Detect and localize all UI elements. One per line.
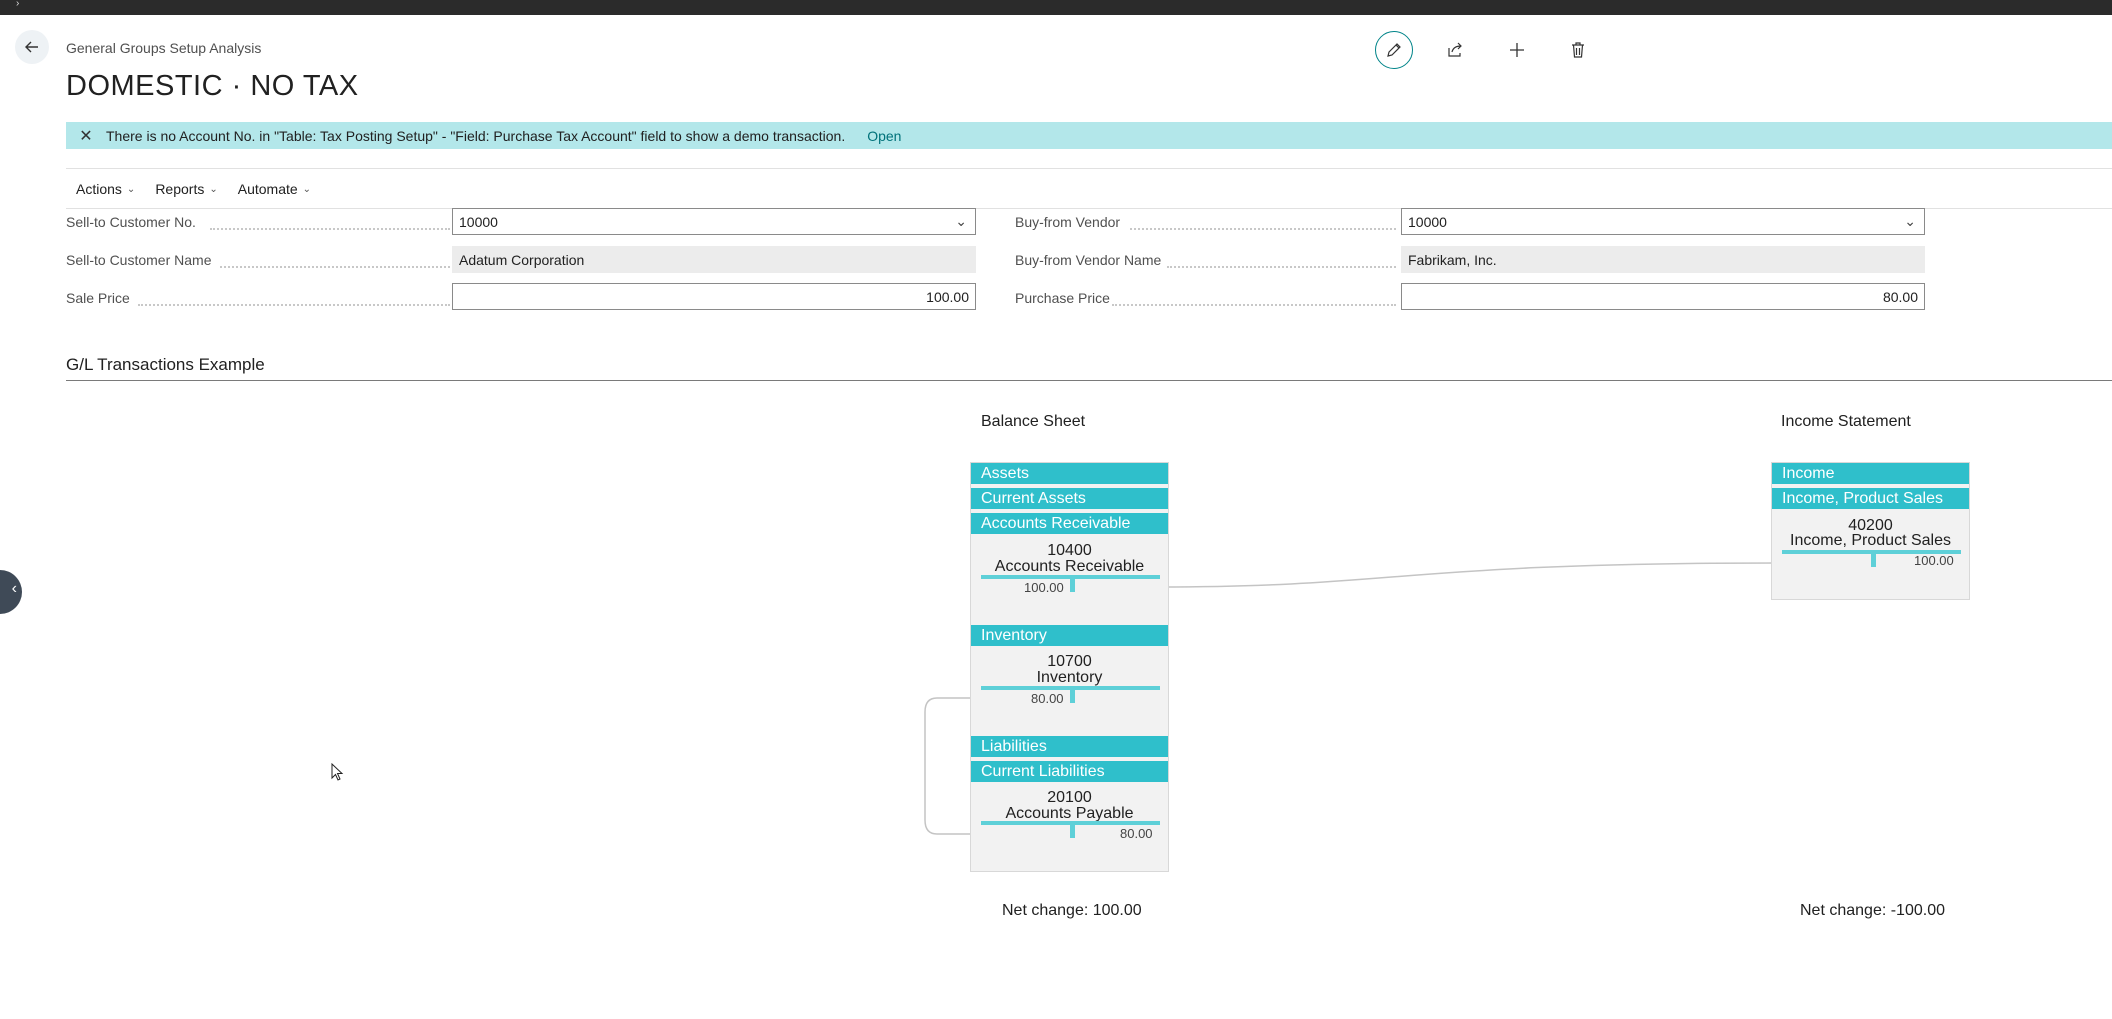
t-account-divider: [1070, 689, 1075, 703]
debit-amount: 100.00: [1024, 580, 1064, 595]
liabilities-header: Liabilities: [971, 736, 1168, 757]
account-name: Accounts Payable: [1005, 805, 1134, 822]
account-number: 10700: [1047, 653, 1092, 670]
income-header: Income: [1772, 463, 1969, 484]
account-number: 20100: [1047, 789, 1092, 806]
income-statement-net-change: Net change: -100.00: [1800, 902, 1945, 919]
t-account-divider: [1070, 578, 1075, 592]
account-name: Inventory: [1036, 669, 1103, 686]
account-name: Accounts Receivable: [994, 558, 1145, 575]
income-product-sales-header: Income, Product Sales: [1772, 488, 1969, 509]
credit-amount: 100.00: [1914, 553, 1954, 568]
inventory-header: Inventory: [971, 625, 1168, 646]
balance-sheet-net-change: Net change: 100.00: [1002, 902, 1142, 919]
accounts-receivable-header: Accounts Receivable: [971, 513, 1168, 534]
mouse-cursor-icon: [331, 763, 344, 781]
chevron-left-icon: ‹: [11, 580, 17, 597]
income-statement-panel: Income Income, Product Sales 40200 Incom…: [1771, 462, 1970, 600]
credit-amount: 80.00: [1120, 826, 1153, 841]
assets-header: Assets: [971, 463, 1168, 484]
account-name: Income, Product Sales: [1790, 532, 1951, 549]
debit-amount: 80.00: [1031, 691, 1064, 706]
t-account-divider: [1871, 553, 1876, 567]
balance-sheet-panel: Assets Current Assets Accounts Receivabl…: [970, 462, 1169, 872]
account-number: 10400: [1047, 542, 1092, 559]
current-liabilities-header: Current Liabilities: [971, 761, 1168, 782]
t-account-divider: [1070, 824, 1075, 838]
current-assets-header: Current Assets: [971, 488, 1168, 509]
